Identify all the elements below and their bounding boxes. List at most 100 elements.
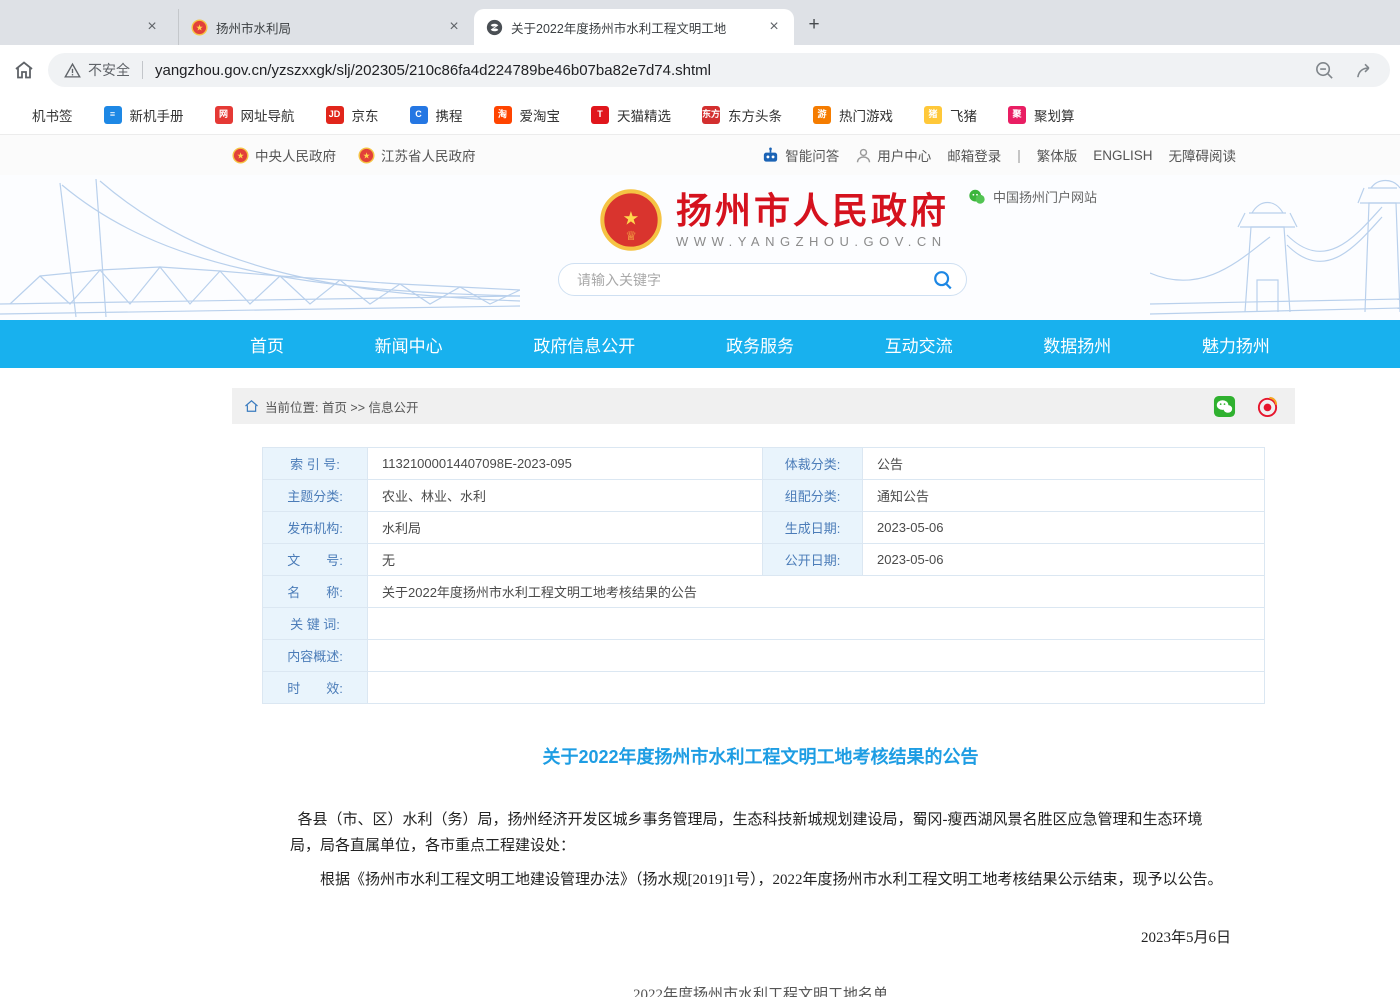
nav-item[interactable]: 互动交流 [885, 332, 953, 357]
info-value: 无 [368, 544, 763, 576]
bookmark-label: 携程 [436, 105, 463, 125]
site-logo[interactable]: ★♕ 扬州市人民政府 WWW.YANGZHOU.GOV.CN [600, 189, 949, 251]
article-title: 关于2022年度扬州市水利工程文明工地考核结果的公告 [290, 743, 1231, 769]
info-row: 发布机构: 水利局 生成日期: 2023-05-06 [263, 512, 1265, 544]
tab-shuiliju[interactable]: ★ 扬州市水利局 × [178, 9, 474, 45]
home-icon[interactable] [244, 399, 259, 413]
info-value: 关于2022年度扬州市水利工程文明工地考核结果的公告 [368, 576, 1265, 608]
info-row: 主题分类: 农业、林业、水利 组配分类: 通知公告 [263, 480, 1265, 512]
info-value: 农业、林业、水利 [368, 480, 763, 512]
info-label: 时 效: [263, 672, 368, 704]
new-tab-button[interactable]: + [800, 11, 828, 39]
site-banner: ★♕ 扬州市人民政府 WWW.YANGZHOU.GOV.CN 中国扬州门户网站 [0, 175, 1400, 320]
gov-link-label: 江苏省人民政府 [381, 145, 476, 165]
bookmark-item[interactable]: 猪 飞猪 [924, 105, 977, 125]
person-icon [855, 147, 872, 164]
bookmark-favicon-icon: 猪 [924, 106, 942, 124]
user-center-label: 用户中心 [877, 145, 931, 165]
search-box[interactable] [558, 263, 967, 296]
bookmark-item[interactable]: 聚 聚划算 [1008, 105, 1075, 125]
wechat-share-icon[interactable] [1213, 395, 1236, 418]
nav-item[interactable]: 政府信息公开 [533, 332, 635, 357]
info-value: 2023-05-06 [863, 512, 1265, 544]
info-value: 水利局 [368, 512, 763, 544]
traditional-version-link[interactable]: 繁体版 [1037, 145, 1078, 165]
bookmark-item[interactable]: JD 京东 [326, 105, 379, 125]
article-date: 2023年5月6日 [290, 926, 1231, 947]
site-title: 扬州市人民政府 [676, 191, 949, 231]
info-row: 名 称: 关于2022年度扬州市水利工程文明工地考核结果的公告 [263, 576, 1265, 608]
bookmark-item[interactable]: T 天猫精选 [591, 105, 671, 125]
nav-item[interactable]: 魅力扬州 [1202, 332, 1270, 357]
info-label: 体裁分类: [763, 448, 863, 480]
article: 关于2022年度扬州市水利工程文明工地考核结果的公告 各县（市、区）水利（务）局… [232, 704, 1295, 997]
bookmark-label: 天猫精选 [617, 105, 671, 125]
info-label: 索 引 号: [263, 448, 368, 480]
banner-art-bridge-left [0, 175, 520, 320]
gov-links: ★ 中央人民政府 ★ 江苏省人民政府 [232, 145, 476, 165]
search-icon[interactable] [932, 269, 954, 291]
info-value: 通知公告 [863, 480, 1265, 512]
smart-qa-label: 智能问答 [785, 145, 839, 165]
search-input[interactable] [577, 272, 932, 288]
accessibility-link[interactable]: 无障碍阅读 [1169, 145, 1237, 165]
banner-art-bridge-right [1150, 175, 1400, 320]
gov-link[interactable]: ★ 江苏省人民政府 [358, 145, 476, 165]
bookmark-favicon-icon: 游 [813, 106, 831, 124]
bookmark-item[interactable]: 游 热门游戏 [813, 105, 893, 125]
bookmark-label: 爱淘宝 [520, 105, 561, 125]
bookmark-item[interactable]: 机书签 [6, 105, 73, 125]
bookmarks-bar: 机书签 ≡ 新机手册 网 网址导航 JD 京东 C 携程 淘 [0, 95, 1400, 135]
gov-utility-bar: ★ 中央人民政府 ★ 江苏省人民政府 智能问答 用户中心 [0, 135, 1400, 175]
gov-link[interactable]: ★ 中央人民政府 [232, 145, 336, 165]
info-label: 内容概述: [263, 640, 368, 672]
weibo-share-icon[interactable] [1256, 395, 1279, 418]
divider: | [1017, 148, 1021, 163]
national-emblem-icon: ★♕ [600, 189, 662, 251]
article-paragraph: 各县（市、区）水利（务）局，扬州经济开发区城乡事务管理局，生态科技新城规划建设局… [290, 807, 1231, 859]
mail-login-link[interactable]: 邮箱登录 [947, 145, 1001, 165]
share-icon[interactable] [1355, 60, 1376, 81]
info-label: 生成日期: [763, 512, 863, 544]
robot-icon [761, 146, 780, 165]
tab-partial[interactable]: × [140, 9, 178, 45]
bookmark-label: 热门游戏 [839, 105, 893, 125]
smart-qa-link[interactable]: 智能问答 [761, 145, 839, 165]
user-center-link[interactable]: 用户中心 [855, 145, 931, 165]
close-icon[interactable]: × [762, 15, 786, 39]
url-field[interactable]: 不安全 yangzhou.gov.cn/yzszxxgk/slj/202305/… [48, 53, 1390, 87]
bookmark-item[interactable]: C 携程 [410, 105, 463, 125]
bookmark-item[interactable]: 东方 东方头条 [702, 105, 782, 125]
info-row: 关 键 词: [263, 608, 1265, 640]
english-version-link[interactable]: ENGLISH [1093, 148, 1152, 163]
security-label[interactable]: 不安全 [88, 60, 130, 80]
info-label: 文 号: [263, 544, 368, 576]
url-text[interactable]: yangzhou.gov.cn/yzszxxgk/slj/202305/210c… [155, 62, 1294, 79]
breadcrumb[interactable]: 当前位置: 首页 >> 信息公开 [265, 397, 419, 416]
info-row: 内容概述: [263, 640, 1265, 672]
close-icon[interactable]: × [442, 15, 466, 39]
national-emblem-icon: ★ [191, 19, 208, 36]
close-icon[interactable]: × [140, 15, 164, 39]
nav-item[interactable]: 新闻中心 [375, 332, 443, 357]
home-icon[interactable] [12, 58, 36, 82]
info-value [368, 640, 1265, 672]
info-label: 名 称: [263, 576, 368, 608]
nav-item[interactable]: 数据扬州 [1043, 332, 1111, 357]
svg-text:★: ★ [237, 150, 245, 160]
bookmark-label: 聚划算 [1034, 105, 1075, 125]
bookmark-item[interactable]: 淘 爱淘宝 [494, 105, 561, 125]
info-label: 组配分类: [763, 480, 863, 512]
bookmark-item[interactable]: 网 网址导航 [215, 105, 295, 125]
article-paragraph: 根据《扬州市水利工程文明工地建设管理办法》（扬水规[2019]1号），2022年… [290, 867, 1231, 893]
tab-active-announcement[interactable]: 关于2022年度扬州市水利工程文明工地 × [474, 9, 794, 45]
portal-tag[interactable]: 中国扬州门户网站 [968, 187, 1097, 206]
bookmark-item[interactable]: ≡ 新机手册 [104, 105, 184, 125]
nav-item[interactable]: 政务服务 [726, 332, 794, 357]
divider [142, 61, 143, 79]
tab-title: 扬州市水利局 [216, 18, 434, 37]
bookmark-favicon-icon: ≡ [104, 106, 122, 124]
zoom-out-icon[interactable] [1314, 60, 1335, 81]
not-secure-warning-icon[interactable] [64, 62, 81, 79]
nav-item[interactable]: 首页 [250, 332, 284, 357]
